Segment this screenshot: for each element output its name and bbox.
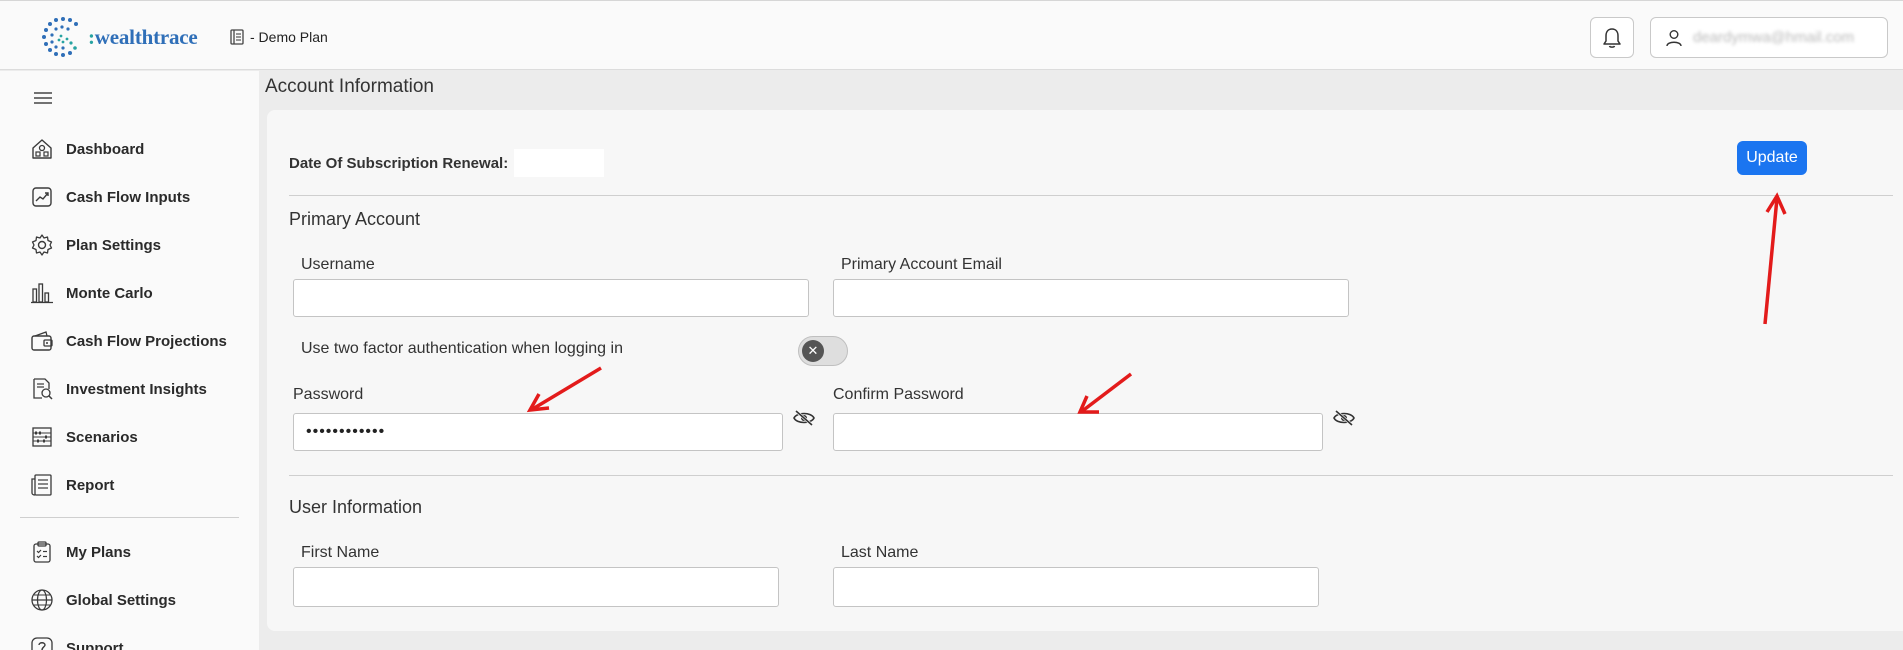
close-icon: ✕ — [802, 340, 824, 362]
bell-icon — [1603, 27, 1621, 48]
username-input[interactable] — [293, 279, 809, 317]
sidebar-divider — [20, 517, 239, 518]
sidebar-item-scenarios[interactable]: Scenarios — [30, 425, 138, 449]
user-information-heading: User Information — [289, 497, 423, 517]
page-title: Account Information — [265, 76, 434, 97]
wallet-icon — [31, 331, 53, 351]
subscription-renewal: Date Of Subscription Renewal: — [289, 149, 605, 177]
wealthtrace-logo[interactable]: :wealthtrace — [40, 15, 198, 59]
top-header: :wealthtrace - Demo Plan deardymwa@hmail… — [0, 0, 1903, 70]
menu-toggle-button[interactable] — [33, 91, 53, 110]
account-card — [267, 110, 1903, 631]
password-input[interactable] — [293, 413, 783, 451]
sidebar-item-label: Dashboard — [66, 140, 145, 158]
primary-email-input[interactable] — [833, 279, 1349, 317]
subscription-renewal-label: Date Of Subscription Renewal: — [289, 154, 509, 172]
toggle-password-visibility-button[interactable] — [793, 409, 815, 432]
bar-chart-icon — [31, 283, 53, 304]
gear-icon — [31, 234, 53, 256]
sidebar-item-label: Scenarios — [66, 428, 138, 446]
current-plan[interactable]: - Demo Plan — [230, 29, 328, 45]
house-icon — [32, 139, 52, 159]
section-divider — [289, 195, 1893, 196]
logo-prefix: : — [88, 24, 95, 49]
sidebar-item-my-plans[interactable]: My Plans — [30, 540, 131, 564]
section-divider — [289, 475, 1893, 476]
logo-mark-icon — [42, 17, 78, 57]
plan-name: - Demo Plan — [250, 29, 328, 45]
report-icon — [31, 474, 52, 496]
primary-account-heading: Primary Account — [289, 209, 421, 229]
sidebar-item-label: Support — [66, 639, 124, 650]
sidebar-item-investment-insights[interactable]: Investment Insights — [30, 377, 207, 401]
sidebar: Dashboard Cash Flow Inputs Plan Settings… — [0, 71, 259, 650]
sidebar-item-cash-flow-inputs[interactable]: Cash Flow Inputs — [30, 185, 190, 209]
last-name-input[interactable] — [833, 567, 1319, 607]
eye-slash-icon — [1333, 409, 1355, 427]
globe-icon — [31, 589, 53, 611]
sidebar-item-monte-carlo[interactable]: Monte Carlo — [30, 281, 153, 305]
chart-up-icon — [32, 187, 52, 207]
toggle-confirm-password-visibility-button[interactable] — [1333, 409, 1355, 432]
primary-email-label: Primary Account Email — [841, 256, 1002, 273]
logo-text: wealthtrace — [94, 24, 198, 49]
update-button[interactable]: Update — [1737, 141, 1807, 175]
sidebar-item-label: Global Settings — [66, 591, 177, 609]
sidebar-item-global-settings[interactable]: Global Settings — [30, 588, 176, 612]
password-label: Password — [293, 386, 364, 403]
sidebar-item-cash-flow-projections[interactable]: Cash Flow Projections — [30, 329, 227, 353]
sidebar-item-label: Cash Flow Projections — [66, 332, 227, 350]
sidebar-item-label: Report — [66, 476, 115, 494]
two-factor-toggle[interactable]: ✕ — [798, 336, 848, 366]
hamburger-icon — [34, 92, 52, 104]
question-icon — [31, 637, 53, 650]
first-name-input[interactable] — [293, 567, 779, 607]
confirm-password-input[interactable] — [833, 413, 1323, 451]
abacus-icon — [32, 427, 52, 447]
plan-document-icon — [230, 29, 244, 45]
confirm-password-label: Confirm Password — [833, 386, 964, 403]
user-menu-button[interactable]: deardymwa@hmail.com — [1650, 17, 1888, 58]
sidebar-item-label: My Plans — [66, 543, 132, 561]
clipboard-icon — [33, 541, 51, 563]
sidebar-item-label: Plan Settings — [66, 236, 162, 254]
user-email: deardymwa@hmail.com — [1693, 29, 1855, 46]
sidebar-item-label: Monte Carlo — [66, 284, 153, 302]
sidebar-item-support[interactable]: Support — [30, 636, 124, 650]
sidebar-item-plan-settings[interactable]: Plan Settings — [30, 233, 161, 257]
last-name-label: Last Name — [841, 544, 919, 561]
user-icon — [1666, 29, 1682, 46]
two-factor-label: Use two factor authentication when loggi… — [301, 340, 623, 357]
sidebar-item-label: Investment Insights — [66, 380, 207, 398]
sidebar-item-report[interactable]: Report — [30, 473, 114, 497]
document-search-icon — [33, 378, 53, 400]
username-label: Username — [301, 256, 375, 273]
sidebar-item-dashboard[interactable]: Dashboard — [30, 137, 144, 161]
sidebar-item-label: Cash Flow Inputs — [66, 188, 191, 206]
eye-slash-icon — [793, 409, 815, 427]
notifications-button[interactable] — [1590, 17, 1634, 58]
first-name-label: First Name — [301, 544, 380, 561]
subscription-renewal-value — [514, 149, 605, 177]
